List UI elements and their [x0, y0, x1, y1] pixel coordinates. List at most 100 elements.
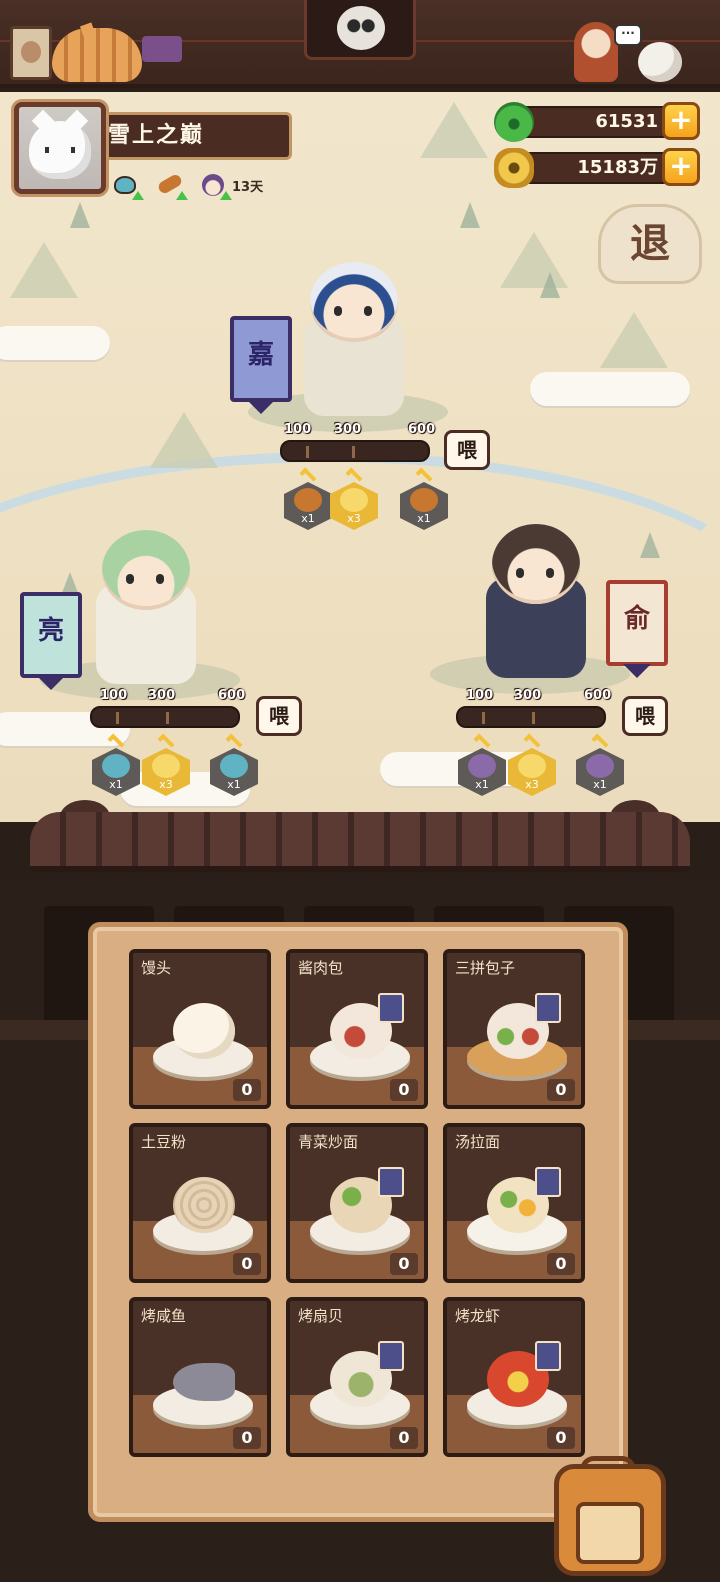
flag-tag-icon: [535, 993, 561, 1023]
food-bowl-icon: [220, 754, 248, 778]
jade-icon: [494, 102, 534, 142]
food-count: 0: [390, 1427, 418, 1449]
general-portrait: [102, 530, 190, 610]
chevron-up-icon: [345, 467, 363, 485]
feed-panel-0: 100 300 600 喂 x1 x3 x1: [280, 422, 500, 542]
food-name: 三拼包子: [455, 959, 516, 977]
person-icon: [574, 22, 618, 82]
gold-star-icon: [152, 754, 180, 778]
food-count: 0: [233, 1427, 261, 1449]
threshold-low: 100: [100, 688, 128, 703]
food-count: 0: [547, 1427, 575, 1449]
reward-star[interactable]: x3: [508, 733, 556, 798]
reward-food-bowl[interactable]: x1: [92, 733, 140, 798]
food-item-potato-noodle[interactable]: 土豆粉 0: [129, 1123, 271, 1283]
feed-progress-bar: [90, 706, 240, 728]
reward-star[interactable]: x3: [142, 733, 190, 798]
reward-arrow[interactable]: x1: [400, 467, 448, 532]
raccoon-icon: [337, 6, 385, 50]
food-count: 0: [233, 1253, 261, 1275]
add-jade-button[interactable]: +: [662, 102, 700, 140]
reward-character[interactable]: x1: [458, 733, 506, 798]
food-name: 酱肉包: [298, 959, 344, 977]
flag-tag-icon: [535, 1341, 561, 1371]
food-name: 烤扇贝: [298, 1307, 344, 1325]
cloud: [0, 326, 110, 360]
mountain: [150, 412, 218, 468]
food-count: 0: [547, 1253, 575, 1275]
reward-character[interactable]: x1: [576, 733, 624, 798]
food-name: 烤咸鱼: [141, 1307, 187, 1325]
general-flag: 俞: [606, 580, 668, 678]
character-icon: [468, 754, 496, 778]
threshold-mid: 300: [514, 688, 542, 703]
chevron-up-icon: [107, 733, 125, 751]
arrow-buff-icon[interactable]: [156, 172, 188, 200]
tree: [460, 202, 480, 228]
chevron-up-icon: [157, 733, 175, 751]
feed-panel-2: 100 300 600 喂 x1 x3 x1: [456, 688, 676, 808]
chevron-up-icon: [473, 733, 491, 751]
feed-button[interactable]: 喂: [622, 696, 668, 736]
threshold-high: 600: [218, 688, 246, 703]
food-name: 青菜炒面: [298, 1133, 359, 1151]
character-buff-icon[interactable]: [200, 172, 232, 200]
food-name: 馒头: [141, 959, 172, 977]
feed-button[interactable]: 喂: [444, 430, 490, 470]
food-item-mantou[interactable]: 馒头 0: [129, 949, 271, 1109]
flag-tag-icon: [378, 1167, 404, 1197]
reward-row: x1 x3 x1: [90, 733, 300, 804]
tiled-roof: [0, 800, 720, 880]
reward-star[interactable]: x3: [330, 467, 378, 532]
food-name: 汤拉面: [455, 1133, 501, 1151]
paw-frame-icon[interactable]: [10, 26, 52, 80]
flag-tag-icon: [378, 993, 404, 1023]
food-item-veggie-noodle[interactable]: 青菜炒面 0: [286, 1123, 428, 1283]
food-inventory-panel: 馒头 0 酱肉包 0 三拼包子 0 土豆粉 0 青菜炒面 0 汤拉面 0 烤咸鱼…: [88, 922, 628, 1522]
dog-icon: [638, 42, 682, 82]
food-name: 烤龙虾: [455, 1307, 501, 1325]
mountain: [600, 312, 668, 368]
threshold-low: 100: [466, 688, 494, 703]
chat-bubble-icon[interactable]: ···: [614, 24, 642, 46]
food-count: 0: [390, 1079, 418, 1101]
flag-tag-icon: [535, 1167, 561, 1197]
tree: [70, 202, 90, 228]
food-item-soup-noodle[interactable]: 汤拉面 0: [443, 1123, 585, 1283]
food-item-triple-bun[interactable]: 三拼包子 0: [443, 949, 585, 1109]
orange-cat-icon: [52, 28, 142, 82]
coin-icon: [494, 148, 534, 188]
general-portrait: [492, 524, 580, 604]
reward-row: x1 x3 x1: [456, 733, 666, 804]
backpack-button[interactable]: [548, 1456, 672, 1580]
retreat-button[interactable]: 退: [598, 204, 702, 284]
chevron-up-icon: [225, 733, 243, 751]
feed-panel-1: 100 300 600 喂 x1 x3 x1: [90, 688, 310, 808]
character-icon: [586, 754, 614, 778]
food-item-salted-fish[interactable]: 烤咸鱼 0: [129, 1297, 271, 1457]
fish-icon: [173, 1363, 235, 1401]
food-item-lobster[interactable]: 烤龙虾 0: [443, 1297, 585, 1457]
food-item-scallop[interactable]: 烤扇贝 0: [286, 1297, 428, 1457]
arrow-icon: [294, 488, 322, 512]
feed-progress-bar: [280, 440, 430, 462]
food-count: 0: [390, 1253, 418, 1275]
mountain: [10, 242, 78, 298]
food-bowl-buff-icon[interactable]: [112, 172, 144, 200]
coin-amount: 15183万: [516, 152, 676, 184]
chat-characters[interactable]: ···: [568, 22, 688, 84]
mountain: [420, 102, 488, 158]
add-coin-button[interactable]: +: [662, 148, 700, 186]
reward-food-bowl[interactable]: x1: [210, 733, 258, 798]
jade-amount: 61531: [516, 106, 676, 138]
reward-arrow[interactable]: x1: [284, 467, 332, 532]
feed-button[interactable]: 喂: [256, 696, 302, 736]
feed-progress-bar: [456, 706, 606, 728]
food-item-sauce-bun[interactable]: 酱肉包 0: [286, 949, 428, 1109]
top-banner[interactable]: [304, 0, 416, 60]
player-avatar[interactable]: [14, 102, 106, 194]
threshold-mid: 300: [148, 688, 176, 703]
player-name: 雪上之巅: [100, 112, 292, 160]
chevron-up-icon: [299, 467, 317, 485]
food-count: 0: [233, 1079, 261, 1101]
